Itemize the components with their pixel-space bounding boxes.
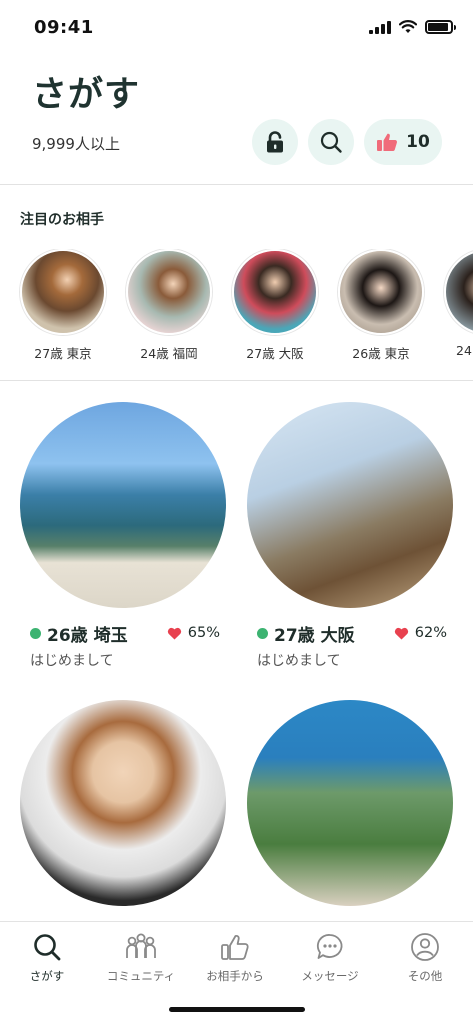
status-icons — [369, 20, 456, 34]
tab-label: お相手から — [206, 969, 264, 983]
tab-label: メッセージ — [301, 969, 359, 983]
profile-card[interactable]: 26歳 埼玉 65% はじめまして — [20, 402, 228, 670]
featured-section-title: 注目のお相手 — [20, 212, 104, 228]
heart-icon — [167, 627, 181, 639]
featured-avatar — [444, 249, 473, 335]
featured-item[interactable]: 24 — [442, 249, 473, 358]
match-percentage: 65% — [187, 625, 220, 641]
featured-item[interactable]: 27歳 東京 — [18, 249, 108, 362]
header-divider — [0, 184, 473, 185]
tab-messages[interactable]: メッセージ — [283, 930, 377, 984]
wifi-icon — [399, 20, 417, 33]
thumbs-up-icon — [377, 133, 398, 151]
tab-label: さがす — [29, 969, 65, 983]
profile-photo — [247, 700, 453, 906]
featured-item[interactable]: 26歳 東京 — [336, 249, 426, 362]
likes-button[interactable]: 10 — [364, 119, 442, 165]
profile-name: 27歳 大阪 — [274, 625, 355, 646]
featured-label: 24 — [456, 343, 472, 358]
tab-search[interactable]: さがす — [0, 930, 94, 984]
tab-other[interactable]: その他 — [378, 930, 472, 984]
section-divider — [0, 380, 473, 381]
likes-count: 10 — [406, 132, 430, 152]
profile-card[interactable] — [247, 700, 455, 906]
featured-label: 27歳 大阪 — [246, 346, 304, 361]
card-info: 27歳 大阪 62% — [247, 622, 455, 646]
profile-photo — [20, 700, 226, 906]
profile-message: はじめまして — [257, 653, 341, 669]
profile-card[interactable]: 27歳 大阪 62% はじめまして — [247, 402, 455, 670]
tab-label: コミュニティ — [106, 969, 176, 983]
search-button[interactable] — [308, 119, 354, 165]
featured-avatar — [20, 249, 106, 335]
featured-avatar — [126, 249, 212, 335]
chat-icon — [316, 934, 343, 959]
search-icon — [34, 934, 61, 961]
heart-icon — [394, 627, 408, 639]
thumbs-up-icon — [221, 934, 249, 960]
online-status-dot — [30, 627, 41, 639]
battery-icon — [425, 20, 456, 34]
tab-likes-received[interactable]: お相手から — [188, 930, 282, 984]
featured-label: 24歳 福岡 — [140, 346, 198, 361]
home-indicator — [169, 1007, 305, 1012]
profile-photo — [247, 402, 453, 608]
status-time: 09:41 — [34, 17, 94, 38]
online-status-dot — [257, 627, 268, 639]
card-info: 26歳 埼玉 65% — [20, 622, 228, 646]
user-icon — [411, 933, 439, 961]
featured-avatar — [232, 249, 318, 335]
featured-label: 27歳 東京 — [34, 346, 92, 361]
signal-icon — [369, 20, 391, 34]
profile-card[interactable] — [20, 700, 228, 906]
featured-carousel[interactable]: 27歳 東京 24歳 福岡 27歳 大阪 26歳 東京 24 — [0, 249, 473, 364]
profile-name: 26歳 埼玉 — [47, 625, 128, 646]
profile-message: はじめまして — [30, 653, 114, 669]
featured-item[interactable]: 27歳 大阪 — [230, 249, 320, 362]
featured-avatar — [338, 249, 424, 335]
featured-item[interactable]: 24歳 福岡 — [124, 249, 214, 362]
profile-photo — [20, 402, 226, 608]
lock-icon — [267, 131, 283, 153]
result-count: 9,999人以上 — [32, 135, 120, 153]
tab-community[interactable]: コミュニティ — [94, 930, 188, 984]
community-icon — [126, 933, 156, 958]
lock-button[interactable] — [252, 119, 298, 165]
featured-label: 26歳 東京 — [352, 346, 410, 361]
match-percentage: 62% — [414, 625, 447, 641]
search-icon — [320, 131, 342, 153]
tab-label: その他 — [407, 969, 443, 983]
page-title: さがす — [32, 75, 141, 115]
status-bar: 09:41 — [0, 0, 473, 56]
